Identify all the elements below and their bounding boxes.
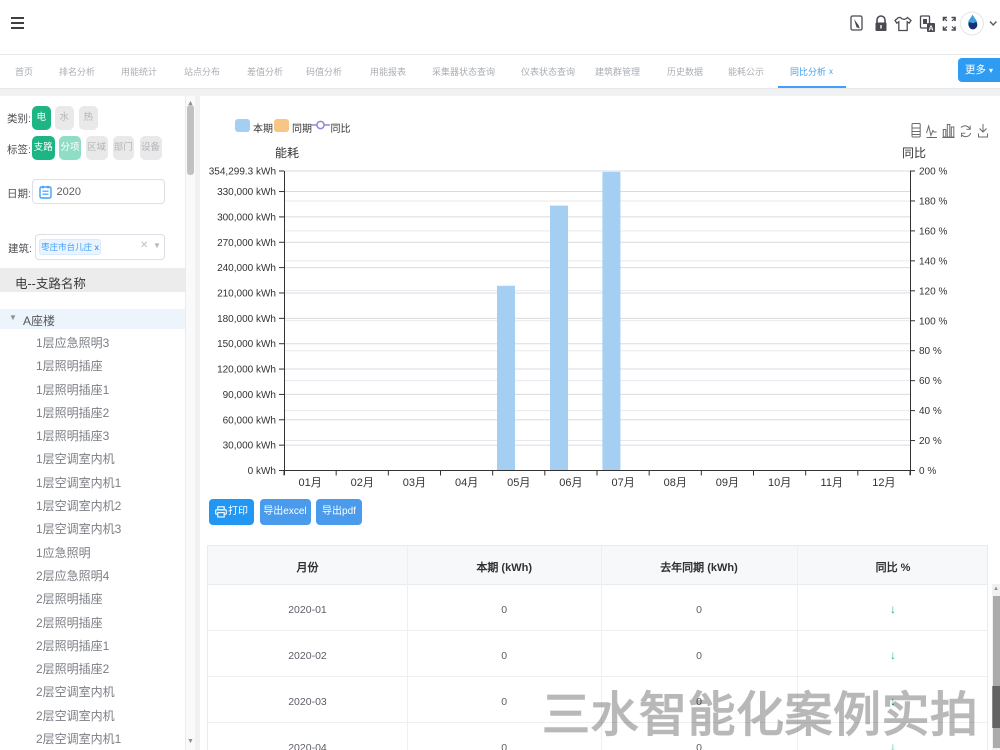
svg-text:0 kWh: 0 kWh	[248, 466, 276, 477]
svg-text:80 %: 80 %	[919, 346, 942, 357]
svg-text:90,000 kWh: 90,000 kWh	[223, 390, 276, 401]
svg-text:06月: 06月	[559, 477, 582, 489]
svg-text:01月: 01月	[298, 477, 321, 489]
svg-text:12月: 12月	[872, 477, 895, 489]
svg-text:11月: 11月	[821, 477, 843, 489]
svg-text:270,000 kWh: 270,000 kWh	[217, 238, 276, 249]
svg-text:240,000 kWh: 240,000 kWh	[217, 263, 276, 274]
svg-text:330,000 kWh: 330,000 kWh	[217, 187, 276, 198]
svg-text:354,299.3 kWh: 354,299.3 kWh	[209, 167, 276, 178]
svg-text:140 %: 140 %	[919, 256, 947, 267]
svg-text:05月: 05月	[507, 477, 530, 489]
svg-text:180 %: 180 %	[919, 196, 947, 207]
svg-text:210,000 kWh: 210,000 kWh	[217, 288, 276, 299]
svg-text:180,000 kWh: 180,000 kWh	[217, 314, 276, 325]
svg-text:0 %: 0 %	[919, 466, 936, 477]
svg-text:09月: 09月	[716, 477, 739, 489]
svg-text:08月: 08月	[664, 477, 687, 489]
svg-text:60,000 kWh: 60,000 kWh	[223, 415, 276, 426]
svg-text:160 %: 160 %	[919, 226, 947, 237]
svg-text:A: A	[928, 26, 933, 33]
svg-text:10月: 10月	[768, 477, 791, 489]
svg-text:100 %: 100 %	[919, 316, 947, 327]
svg-text:03月: 03月	[403, 477, 426, 489]
svg-text:30,000 kWh: 30,000 kWh	[223, 441, 276, 452]
svg-text:20 %: 20 %	[919, 436, 942, 447]
svg-text:200 %: 200 %	[919, 167, 947, 178]
svg-text:120 %: 120 %	[919, 286, 947, 297]
svg-text:04月: 04月	[455, 477, 478, 489]
svg-text:120,000 kWh: 120,000 kWh	[217, 365, 276, 376]
svg-text:150,000 kWh: 150,000 kWh	[217, 339, 276, 350]
svg-text:60 %: 60 %	[919, 376, 942, 387]
svg-text:02月: 02月	[351, 477, 374, 489]
svg-text:40 %: 40 %	[919, 406, 942, 417]
svg-text:07月: 07月	[611, 477, 634, 489]
svg-text:300,000 kWh: 300,000 kWh	[217, 212, 276, 223]
